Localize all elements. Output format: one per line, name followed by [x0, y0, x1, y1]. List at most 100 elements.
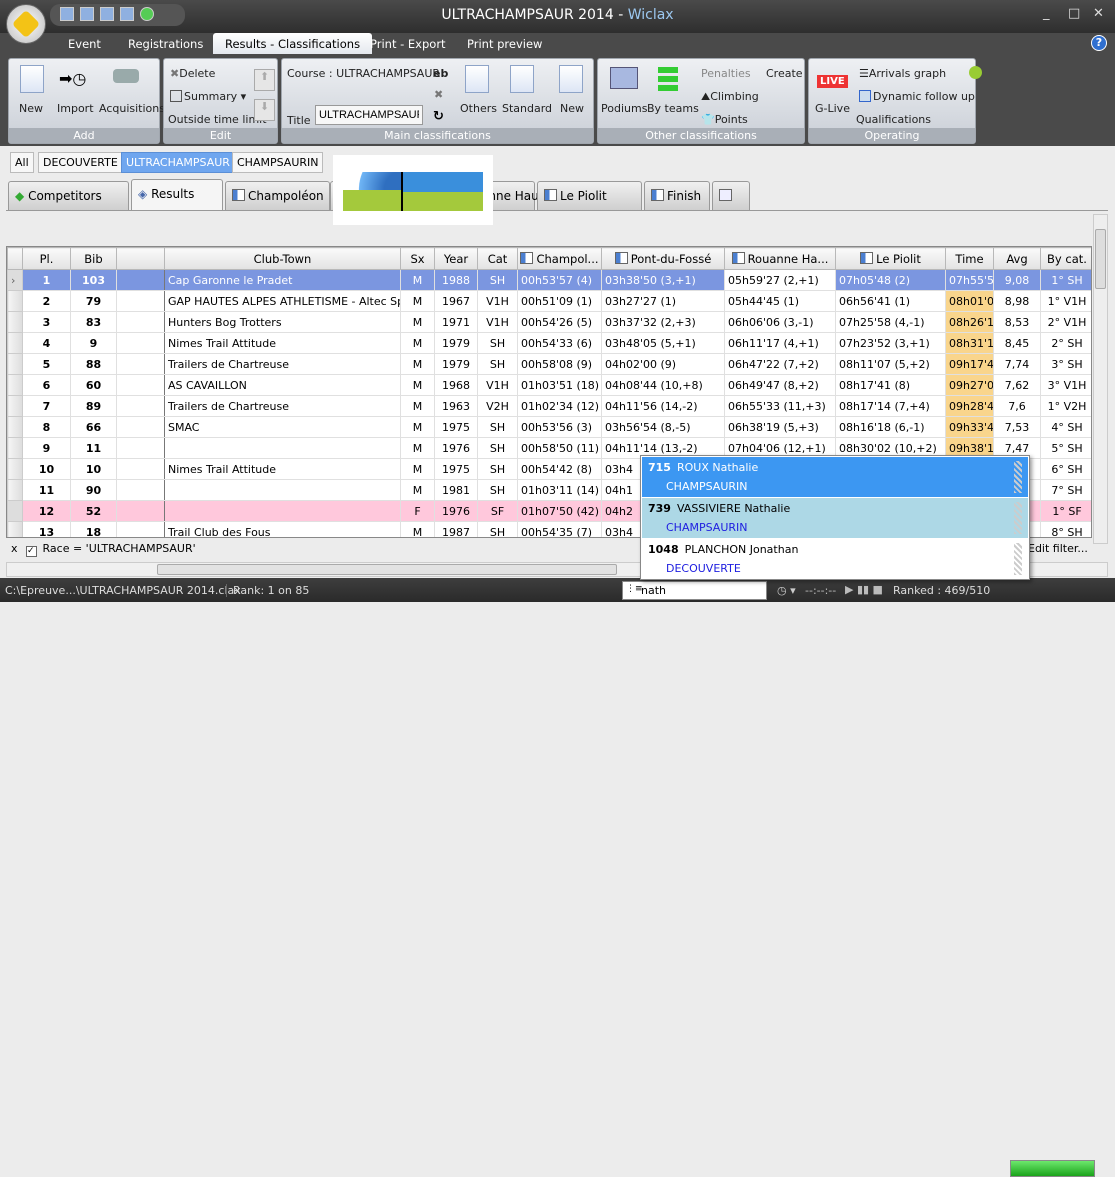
row-selector[interactable] [7, 437, 23, 459]
row-selector[interactable] [7, 479, 23, 501]
table-cell[interactable]: 07h25'58 (4,-1) [835, 311, 946, 333]
row-selector[interactable] [7, 374, 23, 396]
table-cell[interactable]: 1979 [434, 332, 478, 354]
table-cell[interactable] [116, 479, 165, 501]
table-cell[interactable]: M [400, 269, 435, 291]
table-cell[interactable]: 00h58'50 (11) [517, 437, 602, 459]
tab-le-piolit[interactable]: Le Piolit [537, 181, 642, 210]
table-cell[interactable]: 2° V1H [1040, 311, 1091, 333]
table-cell[interactable] [116, 416, 165, 438]
table-cell[interactable]: 1 [22, 269, 71, 291]
open-folder-icon[interactable] [80, 7, 94, 21]
row-selector[interactable]: › [7, 269, 23, 291]
tab-finish[interactable]: Finish [644, 181, 710, 210]
table-cell[interactable]: V1H [477, 290, 518, 312]
table-cell[interactable] [116, 353, 165, 375]
podiums-button[interactable]: Podiums [601, 102, 647, 115]
table-cell[interactable]: 79 [70, 290, 117, 312]
table-cell[interactable]: 5 [22, 353, 71, 375]
outside-time-limit-button[interactable]: Outside time limit [168, 113, 267, 126]
table-cell[interactable] [116, 332, 165, 354]
table-cell[interactable]: 12 [22, 500, 71, 522]
tab-results[interactable]: ◈ Results [131, 179, 223, 211]
refresh-icon[interactable]: ↻ [433, 109, 444, 124]
table-cell[interactable] [116, 311, 165, 333]
table-cell[interactable]: 10 [70, 458, 117, 480]
search-result-item[interactable]: 1048 PLANCHON Jonathan DECOUVERTE [642, 539, 1028, 579]
table-cell[interactable]: 1981 [434, 479, 478, 501]
search-result-item[interactable]: 715 ROUX Nathalie CHAMPSAURIN [642, 457, 1028, 497]
table-cell[interactable]: SH [477, 269, 518, 291]
table-cell[interactable]: M [400, 290, 435, 312]
table-cell[interactable]: 00h54'26 (5) [517, 311, 602, 333]
row-selector[interactable] [7, 311, 23, 333]
row-selector[interactable] [7, 500, 23, 522]
table-cell[interactable]: 13 [22, 521, 71, 537]
acquisitions-button[interactable]: Acquisitions [99, 102, 165, 115]
tab-competitors[interactable]: ◆ Competitors [8, 181, 129, 210]
table-row[interactable]: 3 83 Hunters Bog Trotters M 1971 V1H 00h54'26 … [7, 311, 1091, 333]
table-cell[interactable]: 8 [22, 416, 71, 438]
table-cell[interactable]: 6 [22, 374, 71, 396]
check-icon[interactable] [969, 66, 982, 79]
tab-print-preview[interactable]: Print preview [467, 33, 542, 54]
table-cell[interactable]: 03h56'54 (8,-5) [601, 416, 725, 438]
column-header[interactable]: Year [434, 247, 478, 270]
help-icon[interactable]: ? [1091, 35, 1107, 51]
table-cell[interactable]: 66 [70, 416, 117, 438]
race-filter-ultrachampsaur[interactable]: ULTRACHAMPSAUR [121, 152, 235, 173]
table-cell[interactable]: SH [477, 353, 518, 375]
table-cell[interactable]: SF [477, 500, 518, 522]
table-cell[interactable]: 8,98 [993, 290, 1041, 312]
minimize-button[interactable]: _ [1043, 6, 1050, 21]
table-cell[interactable]: 1967 [434, 290, 478, 312]
column-header[interactable]: By cat. [1040, 247, 1091, 270]
table-cell[interactable] [164, 479, 401, 501]
table-cell[interactable]: 03h48'05 (5,+1) [601, 332, 725, 354]
table-cell[interactable]: 1976 [434, 437, 478, 459]
table-cell[interactable]: 7,62 [993, 374, 1041, 396]
climbing-button[interactable]: ⛰Climbing [701, 90, 759, 104]
table-cell[interactable]: 7,74 [993, 353, 1041, 375]
tab-results-classifications[interactable]: Results - Classifications [213, 33, 373, 54]
table-cell[interactable]: 1975 [434, 458, 478, 480]
table-cell[interactable]: SH [477, 479, 518, 501]
table-cell[interactable] [116, 269, 165, 291]
table-cell[interactable]: 18 [70, 521, 117, 537]
table-cell[interactable]: 01h03'51 (18) [517, 374, 602, 396]
table-cell[interactable]: Trailers de Chartreuse [164, 395, 401, 417]
standard-button[interactable]: Standard [502, 102, 552, 115]
table-cell[interactable]: 6° SH [1040, 458, 1091, 480]
arrivals-graph-button[interactable]: ☰Arrivals graph [859, 67, 946, 80]
table-cell[interactable]: 08h31'12 [945, 332, 994, 354]
table-cell[interactable]: M [400, 332, 435, 354]
column-header[interactable]: Rouanne Ha... [724, 247, 836, 270]
table-cell[interactable]: 06h56'41 (1) [835, 290, 946, 312]
table-cell[interactable]: GAP HAUTES ALPES ATHLETISME - Altec Spor… [164, 290, 401, 312]
table-cell[interactable]: Trail Club des Fous [164, 521, 401, 537]
save-icon[interactable] [60, 7, 74, 21]
table-cell[interactable]: 08h16'18 (6,-1) [835, 416, 946, 438]
table-cell[interactable]: 00h51'09 (1) [517, 290, 602, 312]
table-cell[interactable]: 1976 [434, 500, 478, 522]
table-cell[interactable]: 04h08'44 (10,+8) [601, 374, 725, 396]
table-cell[interactable]: 9 [22, 437, 71, 459]
table-cell[interactable]: 9,08 [993, 269, 1041, 291]
table-cell[interactable]: 05h44'45 (1) [724, 290, 836, 312]
table-cell[interactable] [116, 521, 165, 537]
table-cell[interactable]: M [400, 395, 435, 417]
row-selector[interactable] [7, 458, 23, 480]
vertical-scrollbar[interactable] [1093, 214, 1108, 544]
table-cell[interactable]: M [400, 437, 435, 459]
table-cell[interactable]: 89 [70, 395, 117, 417]
table-cell[interactable]: 1° SF [1040, 500, 1091, 522]
race-filter-decouverte[interactable]: DECOUVERTE [38, 152, 123, 173]
table-cell[interactable]: 05h59'27 (2,+1) [724, 269, 836, 291]
table-row[interactable]: › 1 103 Cap Garonne le Pradet M 1988 SH 00h53'5… [7, 269, 1091, 291]
table-cell[interactable] [116, 374, 165, 396]
tab-event[interactable]: Event [68, 33, 101, 54]
row-selector[interactable] [7, 521, 23, 537]
table-cell[interactable]: 08h26'18 [945, 311, 994, 333]
table-row[interactable]: 2 79 GAP HAUTES ALPES ATHLETISME - Altec S… [7, 290, 1091, 312]
scroll-thumb[interactable] [1095, 229, 1106, 289]
